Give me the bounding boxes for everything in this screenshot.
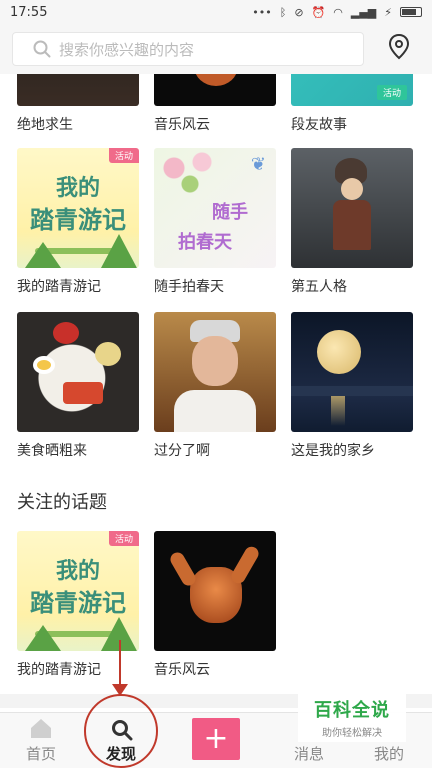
nav-label: 我的 [373,745,404,763]
topic-card[interactable]: 音乐风云 [154,74,276,134]
art-title: 拍春天 [178,232,232,253]
topic-label: 音乐风云 [154,117,210,133]
annotation-arrow [119,640,121,688]
discover-page: 17:55 ••• ᛒ ⊘ ⏰ ◠ ▂▄▆ ⚡ 搜索你感兴趣的内容 绝地求生 音… [0,0,432,768]
art-title: 踏青游记 [30,588,126,617]
alarm-icon: ⏰ [311,5,326,19]
topic-label: 美食晒粗来 [17,443,87,459]
topic-thumbnail [291,312,413,432]
wifi-icon: ◠ [333,5,343,19]
topic-card[interactable]: 过分了啊 [154,312,276,460]
location-pin-icon [388,33,410,64]
topic-label: 过分了啊 [154,443,210,459]
mountain-shape [25,242,61,268]
bluetooth-icon: ᛒ [279,5,287,19]
status-time: 17:55 [10,4,48,20]
topic-thumbnail: 活动 [291,74,413,106]
butterfly-icon: ❦ [250,154,266,175]
watermark: 百科全说 助你轻松解决 [298,692,406,742]
topic-card[interactable]: ❦ 随手 拍春天 随手拍春天 [154,148,276,296]
location-button[interactable] [386,33,412,64]
topic-thumbnail [291,148,413,268]
search-icon [33,40,51,58]
topic-thumbnail: ❦ 随手 拍春天 [154,148,276,268]
more-icon: ••• [252,5,272,19]
art-title: 随手 [212,202,248,223]
topic-label: 段友故事 [291,117,347,133]
search-input[interactable]: 搜索你感兴趣的内容 [12,32,364,66]
annotation-arrow-head [112,684,128,696]
publish-button[interactable]: + [192,718,240,760]
topic-card[interactable]: 第五人格 [291,148,413,296]
mountain-shape [25,625,61,651]
topic-card[interactable]: 美食晒粗来 [17,312,139,460]
nav-label: 首页 [25,745,56,763]
topic-label: 第五人格 [291,279,347,295]
home-icon [29,717,53,739]
topic-label: 这是我的家乡 [291,443,375,459]
art-title: 我的 [55,558,100,584]
search-icon [111,719,133,741]
charging-icon: ⚡ [384,5,392,19]
plus-icon: + [203,721,229,756]
discover-content: 绝地求生 音乐风云 活动 段友故事 活动 我的 踏青游记 我的踏青游记 ❦ 随手… [0,74,432,712]
topic-card[interactable]: 活动 我的 踏青游记 我的踏青游记 [17,148,139,296]
followed-topic-card[interactable]: 音乐风云 [154,531,276,679]
nav-label: 消息 [293,745,324,763]
watermark-title: 百科全说 [314,699,390,721]
topic-label: 我的踏青游记 [17,279,101,295]
search-placeholder: 搜索你感兴趣的内容 [59,40,195,59]
topic-card[interactable]: 活动 段友故事 [291,74,413,134]
topic-thumbnail [154,531,276,651]
topic-thumbnail [154,312,276,432]
art-title: 踏青游记 [30,205,126,234]
nav-label: 发现 [105,745,136,763]
mountain-shape [101,234,137,268]
activity-badge: 活动 [108,531,139,546]
topic-thumbnail: 活动 我的 踏青游记 [17,531,139,651]
nav-discover[interactable]: 发现 [86,713,156,768]
topic-thumbnail [17,74,139,106]
topic-label: 随手拍春天 [154,279,224,295]
nav-home[interactable]: 首页 [6,713,76,768]
topic-label: 绝地求生 [17,117,73,133]
activity-badge: 活动 [376,85,407,100]
topic-card[interactable]: 这是我的家乡 [291,312,413,460]
topic-thumbnail: 活动 我的 踏青游记 [17,148,139,268]
search-header: 搜索你感兴趣的内容 [0,24,432,74]
status-icons: ••• ᛒ ⊘ ⏰ ◠ ▂▄▆ ⚡ [252,6,422,19]
topic-thumbnail [154,74,276,106]
topic-card[interactable]: 绝地求生 [17,74,139,134]
activity-badge: 活动 [108,148,139,163]
topic-thumbnail [17,312,139,432]
battery-icon [400,7,422,17]
status-bar: 17:55 ••• ᛒ ⊘ ⏰ ◠ ▂▄▆ ⚡ [0,0,432,24]
mute-icon: ⊘ [294,5,304,19]
art-title: 我的 [55,175,100,201]
followed-topics-title: 关注的话题 [17,492,107,513]
topic-label: 音乐风云 [154,662,210,678]
signal-icon: ▂▄▆ [350,5,377,19]
watermark-subtitle: 助你轻松解决 [322,727,382,739]
